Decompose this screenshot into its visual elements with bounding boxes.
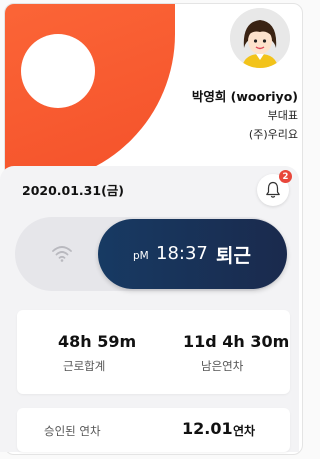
bell-icon xyxy=(266,181,280,198)
approved-leave-value: 12.01 xyxy=(182,419,233,438)
clock-time: 18:37 xyxy=(156,243,208,264)
avatar-woman-icon xyxy=(230,8,290,68)
notification-count-badge: 2 xyxy=(279,170,292,183)
wifi-icon xyxy=(50,243,74,263)
leave-remaining-value: 11d 4h 30m xyxy=(183,332,290,351)
work-total-value: 48h 59m xyxy=(58,332,137,351)
decoration-circle xyxy=(21,34,95,108)
approved-leave-label: 승인된 연차 xyxy=(44,424,101,438)
approved-leave-unit: 연차 xyxy=(233,424,256,438)
clock-status-label: 퇴근 xyxy=(216,245,251,267)
current-date: 2020.01.31(금) xyxy=(22,183,125,198)
leave-remaining-label: 남은연차 xyxy=(201,359,244,373)
profile-title: 부대표 xyxy=(267,109,298,122)
work-total-label: 근로합계 xyxy=(63,359,106,373)
profile-company: (주)우리요 xyxy=(248,128,298,141)
time-period: pM xyxy=(133,250,149,262)
work-stats-card xyxy=(17,310,290,394)
profile-name: 박영희 (wooriyo) xyxy=(191,89,298,104)
avatar[interactable] xyxy=(230,8,290,68)
